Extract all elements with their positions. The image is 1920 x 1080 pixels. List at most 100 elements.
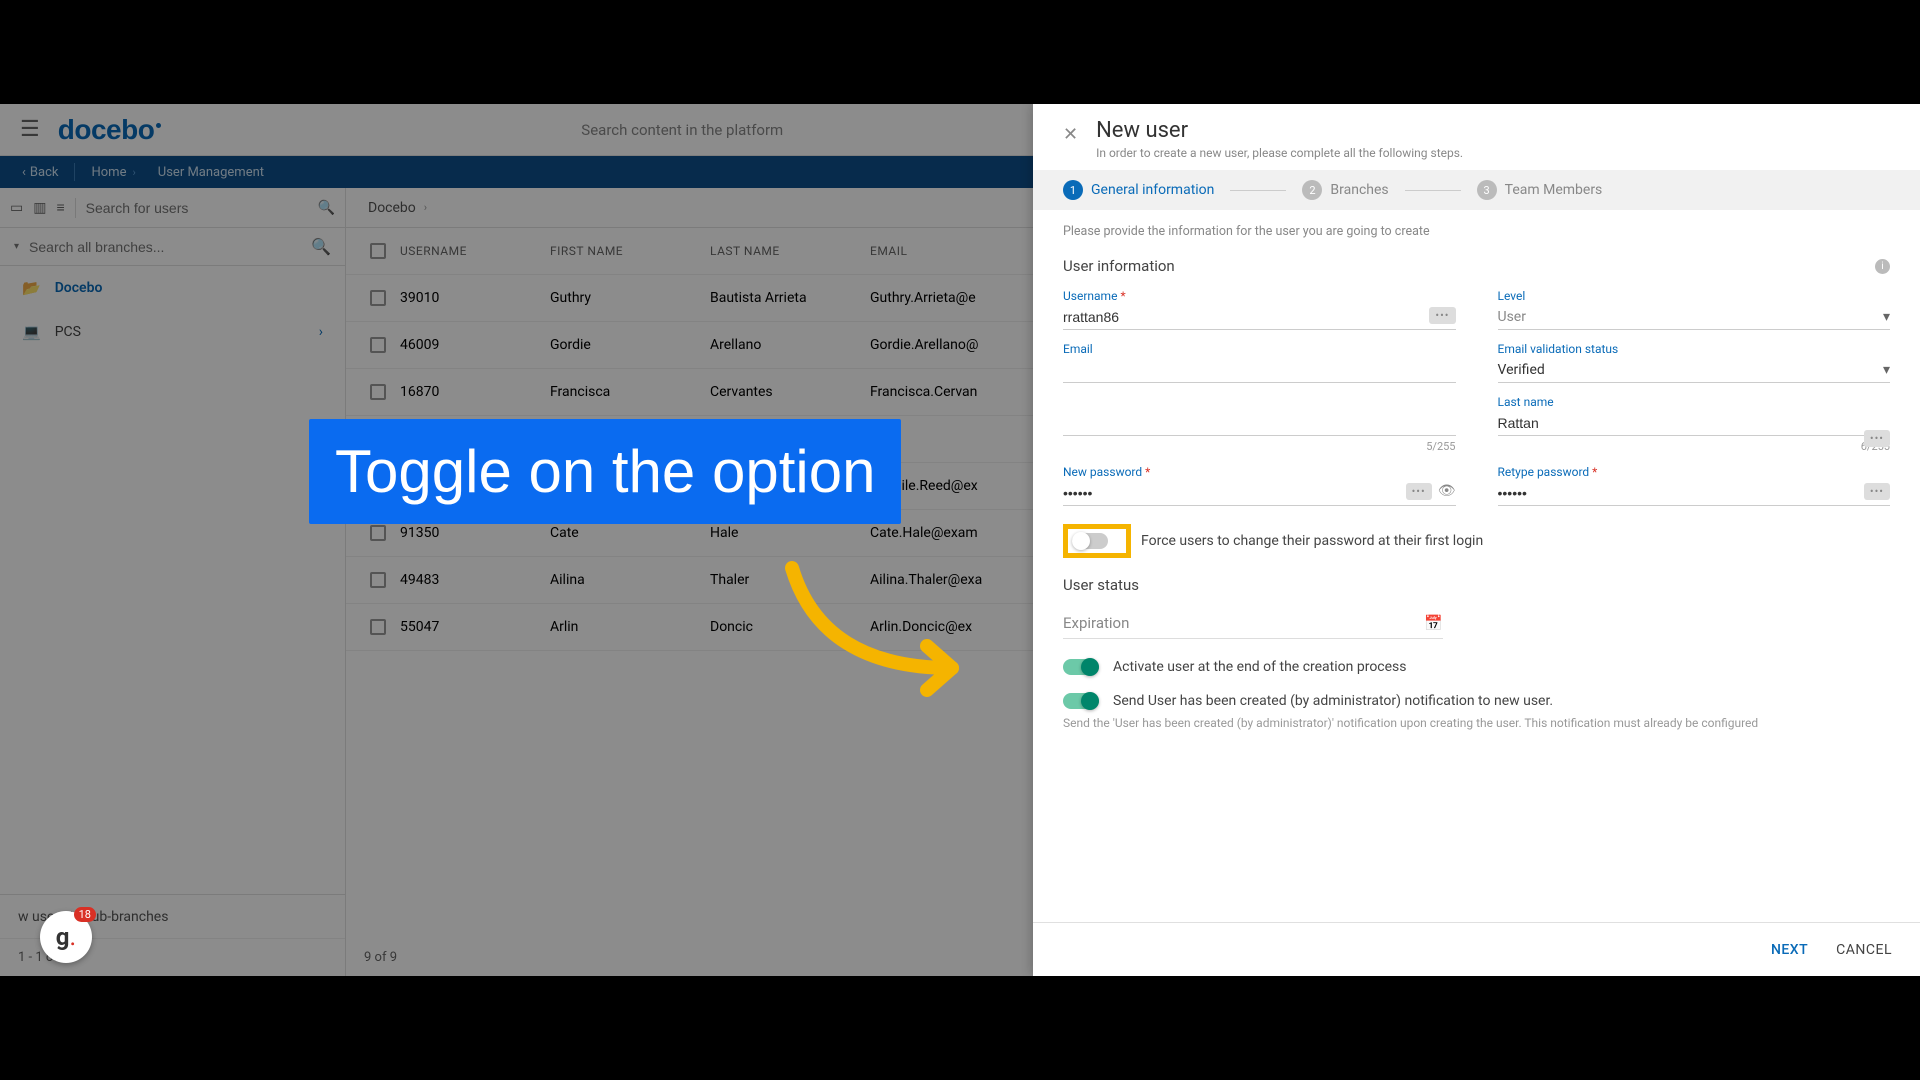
cell-firstname: Ailina xyxy=(550,572,710,588)
modal-subtitle: In order to create a new user, please co… xyxy=(1096,146,1463,160)
cell-firstname: Gordie xyxy=(550,337,710,353)
breadcrumb-home[interactable]: Home› xyxy=(83,165,149,180)
activate-user-label: Activate user at the end of the creation… xyxy=(1113,659,1407,675)
cell-firstname: Francisca xyxy=(550,384,710,400)
col-username[interactable]: USERNAME xyxy=(400,244,550,258)
hamburger-icon[interactable]: ☰ xyxy=(20,117,40,142)
retype-password-input[interactable] xyxy=(1498,481,1891,506)
cell-firstname: Arlin xyxy=(550,619,710,635)
firstname-input[interactable] xyxy=(1063,411,1456,436)
info-icon[interactable]: i xyxy=(1875,259,1890,274)
calendar-icon[interactable]: 📅 xyxy=(1424,614,1443,632)
tree-item-docebo[interactable]: 📂 Docebo xyxy=(0,266,345,310)
notif-note: Send the 'User has been created (by admi… xyxy=(1063,715,1890,732)
new-password-input[interactable] xyxy=(1063,481,1456,506)
guru-notification-badge: 18 xyxy=(74,907,96,922)
field-level: Level User ▾ xyxy=(1498,289,1891,330)
col-firstname[interactable]: FIRST NAME xyxy=(550,244,710,258)
cell-username: 49483 xyxy=(400,572,550,588)
lastname-input[interactable] xyxy=(1498,411,1891,436)
search-icon[interactable]: 🔍 xyxy=(318,200,335,216)
field-username: Username * ••• xyxy=(1063,289,1456,330)
chevron-down-icon: ▾ xyxy=(1883,309,1890,325)
tree-item-pcs[interactable]: 💻 PCS › xyxy=(0,310,345,354)
chevron-down-icon: ▾ xyxy=(1883,362,1890,378)
step-branches[interactable]: 2 Branches xyxy=(1302,180,1388,200)
field-firstname: . 5/255 xyxy=(1063,395,1456,453)
breadcrumb-user-mgmt[interactable]: User Management xyxy=(150,165,272,180)
laptop-icon: 💻 xyxy=(22,323,41,341)
modal-title: New user xyxy=(1096,118,1463,143)
annotation-callout: Toggle on the option xyxy=(309,419,901,524)
row-checkbox[interactable] xyxy=(370,337,386,353)
branch-search-input[interactable] xyxy=(29,239,311,255)
cell-username: 55047 xyxy=(400,619,550,635)
activate-user-toggle[interactable] xyxy=(1063,659,1099,675)
left-panel: ▭ ▥ ≡ 🔍 ▾ 🔍 📂 Docebo 💻 PCS › xyxy=(0,188,346,976)
send-notif-row: Send User has been created (by administr… xyxy=(1063,693,1890,709)
activate-user-row: Activate user at the end of the creation… xyxy=(1063,659,1890,675)
lastname-counter: 6/255 xyxy=(1498,440,1891,453)
folder-open-icon: 📂 xyxy=(22,279,41,297)
force-password-row: Force users to change their password at … xyxy=(1063,524,1890,558)
force-password-toggle[interactable] xyxy=(1072,533,1108,549)
folder-icon[interactable]: ▭ xyxy=(10,200,23,216)
guru-widget[interactable]: g. 18 xyxy=(40,911,92,963)
list-icon[interactable]: ▥ xyxy=(33,200,46,216)
highlight-box xyxy=(1063,524,1131,558)
select-all-checkbox[interactable] xyxy=(370,243,386,259)
row-checkbox[interactable] xyxy=(370,619,386,635)
step-general-info[interactable]: 1 General information xyxy=(1063,180,1214,200)
expiration-field[interactable]: Expiration 📅 xyxy=(1063,608,1443,639)
field-retype-password: Retype password * ••• xyxy=(1498,465,1891,506)
modal-hint: Please provide the information for the u… xyxy=(1063,224,1890,239)
next-button[interactable]: NEXT xyxy=(1771,942,1808,958)
cell-username: 46009 xyxy=(400,337,550,353)
filter-icon[interactable]: ≡ xyxy=(56,199,64,216)
field-lastname: Last name ••• 6/255 xyxy=(1498,395,1891,453)
cell-username: 91350 xyxy=(400,525,550,541)
back-button[interactable]: ‹ Back xyxy=(14,165,66,180)
field-email-validation: Email validation status Verified ▾ xyxy=(1498,342,1891,383)
chevron-right-icon: › xyxy=(319,324,323,340)
level-select[interactable]: User xyxy=(1498,309,1526,325)
cell-firstname: Guthry xyxy=(550,290,710,306)
section-user-status: User status xyxy=(1063,576,1890,594)
cell-username: 39010 xyxy=(400,290,550,306)
new-user-modal: ✕ New user In order to create a new user… xyxy=(1033,104,1920,976)
cell-lastname: Arellano xyxy=(710,337,870,353)
cell-username: 16870 xyxy=(400,384,550,400)
autofill-icon[interactable]: ••• xyxy=(1864,430,1890,447)
autofill-icon[interactable]: ••• xyxy=(1864,483,1890,500)
cancel-button[interactable]: CANCEL xyxy=(1836,942,1892,958)
stepper: 1 General information 2 Branches 3 Team … xyxy=(1033,170,1920,210)
email-input[interactable] xyxy=(1063,358,1456,383)
cell-lastname: Bautista Arrieta xyxy=(710,290,870,306)
step-team-members[interactable]: 3 Team Members xyxy=(1477,180,1603,200)
firstname-counter: 5/255 xyxy=(1063,440,1456,453)
search-icon[interactable]: 🔍 xyxy=(311,237,331,256)
section-user-info: User information i xyxy=(1063,257,1890,275)
collapse-icon[interactable]: ▾ xyxy=(14,241,19,252)
logo: docebo xyxy=(58,114,162,146)
email-validation-select[interactable]: Verified xyxy=(1498,362,1545,378)
col-lastname[interactable]: LAST NAME xyxy=(710,244,870,258)
eye-icon[interactable]: 👁 xyxy=(1438,483,1456,500)
row-checkbox[interactable] xyxy=(370,290,386,306)
row-checkbox[interactable] xyxy=(370,572,386,588)
autofill-icon[interactable]: ••• xyxy=(1429,307,1455,324)
autofill-icon[interactable]: ••• xyxy=(1406,483,1432,500)
close-icon[interactable]: ✕ xyxy=(1063,124,1078,145)
row-checkbox[interactable] xyxy=(370,384,386,400)
field-new-password: New password * •••👁 xyxy=(1063,465,1456,506)
force-password-label: Force users to change their password at … xyxy=(1141,533,1483,549)
send-notif-toggle[interactable] xyxy=(1063,693,1099,709)
cell-lastname: Cervantes xyxy=(710,384,870,400)
send-notif-label: Send User has been created (by administr… xyxy=(1113,693,1553,709)
global-search[interactable]: Search content in the platform xyxy=(581,121,783,139)
row-checkbox[interactable] xyxy=(370,525,386,541)
username-input[interactable] xyxy=(1063,305,1456,330)
cell-lastname: Hale xyxy=(710,525,870,541)
annotation-arrow-icon xyxy=(772,558,992,698)
user-search-input[interactable] xyxy=(86,200,308,216)
